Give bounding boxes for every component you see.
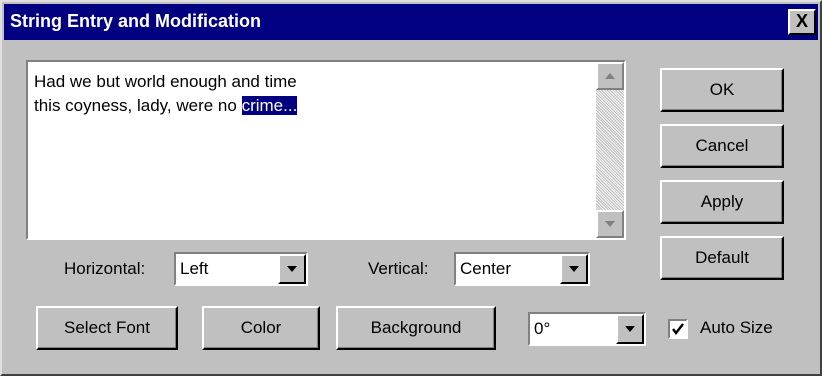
vertical-dropdown-button[interactable] xyxy=(560,254,588,284)
chevron-down-icon xyxy=(625,326,635,332)
chevron-down-icon xyxy=(287,266,297,272)
text-line-2: this coyness, lady, were no crime... xyxy=(34,94,298,118)
dialog-title: String Entry and Modification xyxy=(10,11,261,31)
rotation-select[interactable]: 0° xyxy=(528,312,646,346)
chevron-down-icon xyxy=(569,266,579,272)
arrow-up-icon xyxy=(605,73,615,79)
horizontal-value: Left xyxy=(180,259,209,278)
ok-label: OK xyxy=(709,80,735,99)
title-bar: String Entry and Modification X xyxy=(4,4,818,40)
default-button[interactable]: Default xyxy=(660,236,784,280)
close-button[interactable]: X xyxy=(788,9,816,35)
select-font-button[interactable]: Select Font xyxy=(36,306,178,350)
string-text-area[interactable]: Had we but world enough and time this co… xyxy=(26,60,626,240)
scroll-down-button[interactable] xyxy=(596,210,624,238)
vertical-select[interactable]: Center xyxy=(454,252,590,286)
text-content: Had we but world enough and time this co… xyxy=(34,70,298,118)
rotation-value: 0° xyxy=(534,319,551,338)
color-label: Color xyxy=(240,318,282,337)
arrow-down-icon xyxy=(605,221,615,227)
default-label: Default xyxy=(695,248,749,267)
selected-text: crime... xyxy=(241,96,298,115)
string-entry-dialog: String Entry and Modification X Had we b… xyxy=(0,0,822,376)
horizontal-select[interactable]: Left xyxy=(174,252,308,286)
vertical-scrollbar[interactable] xyxy=(596,62,624,238)
background-button[interactable]: Background xyxy=(336,306,496,350)
close-icon: X xyxy=(795,11,808,31)
apply-button[interactable]: Apply xyxy=(660,180,784,224)
vertical-label: Vertical: xyxy=(368,259,429,278)
auto-size-checkbox[interactable] xyxy=(668,319,688,339)
horizontal-dropdown-button[interactable] xyxy=(278,254,306,284)
cancel-button[interactable]: Cancel xyxy=(660,124,784,168)
apply-label: Apply xyxy=(700,192,744,211)
checkmark-icon xyxy=(672,323,684,335)
text-line-1: Had we but world enough and time xyxy=(34,72,297,91)
background-label: Background xyxy=(370,318,462,337)
auto-size-label: Auto Size xyxy=(700,318,773,337)
text-line-2-plain: this coyness, lady, were no xyxy=(34,96,242,115)
scroll-up-button[interactable] xyxy=(596,62,624,90)
select-font-label: Select Font xyxy=(64,318,150,337)
cancel-label: Cancel xyxy=(695,136,749,155)
ok-button[interactable]: OK xyxy=(660,68,784,112)
horizontal-label: Horizontal: xyxy=(64,259,146,278)
color-button[interactable]: Color xyxy=(202,306,320,350)
rotation-dropdown-button[interactable] xyxy=(616,314,644,344)
vertical-value: Center xyxy=(460,259,512,278)
